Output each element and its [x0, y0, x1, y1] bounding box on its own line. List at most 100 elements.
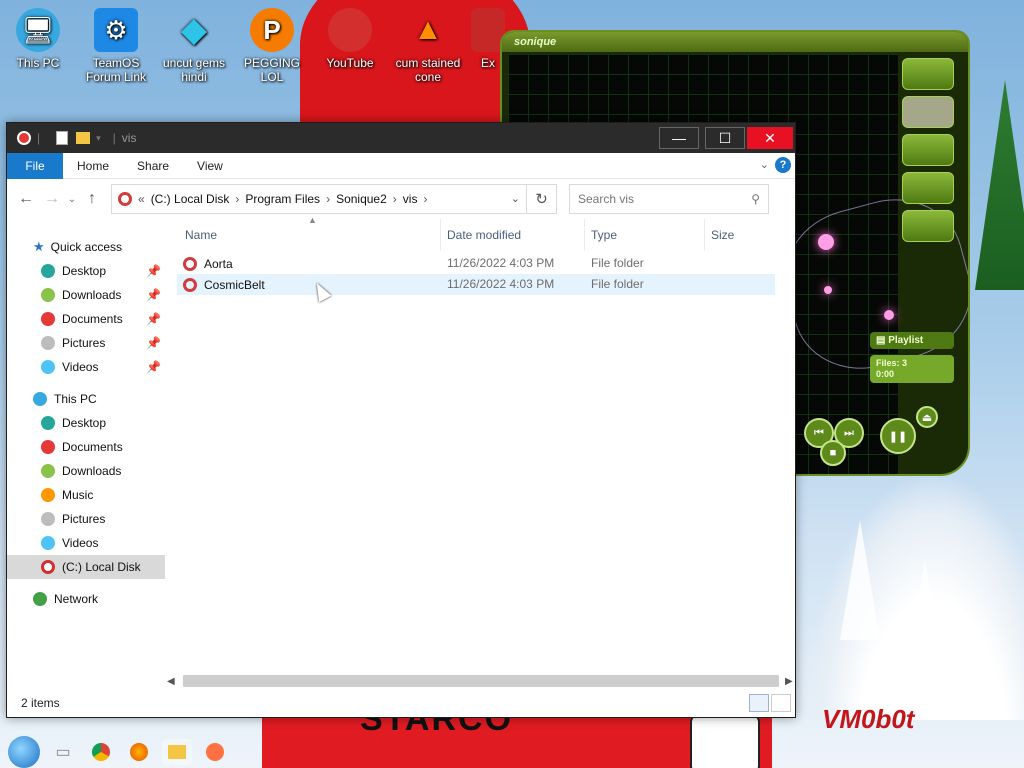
nav-quick-access[interactable]: ★ Quick access — [7, 235, 165, 259]
nav-label: (C:) Local Disk — [62, 560, 141, 574]
location-icon — [118, 192, 132, 206]
up-arrow-icon[interactable]: ↑ — [79, 190, 105, 208]
diamond-icon: ◆ — [180, 11, 208, 49]
nav-label: Documents — [62, 440, 123, 454]
scrollbar-thumb[interactable] — [183, 675, 779, 687]
nav-quick-pictures[interactable]: Pictures 📌 — [7, 331, 165, 355]
tab-home[interactable]: Home — [63, 153, 123, 179]
desktop-icon-youtube[interactable]: YouTube — [312, 2, 388, 70]
nav-quick-downloads[interactable]: Downloads 📌 — [7, 283, 165, 307]
desktop-icon-label: YouTube — [326, 56, 374, 70]
breadcrumb-separator-icon[interactable]: › — [235, 192, 239, 206]
nav-label: Pictures — [62, 512, 106, 526]
address-dropdown-icon[interactable]: ⌄ — [511, 192, 520, 205]
desktop-icon-uncut-gems[interactable]: ◆ uncut gems hindi — [156, 2, 232, 84]
nav-quick-videos[interactable]: Videos 📌 — [7, 355, 165, 379]
forward-arrow-icon[interactable]: → — [39, 190, 65, 208]
files-count: Files: 3 — [876, 358, 908, 368]
nav-pc-desktop[interactable]: Desktop — [7, 411, 165, 435]
tab-file[interactable]: File — [7, 152, 63, 179]
nav-label: Quick access — [50, 240, 123, 254]
help-icon[interactable]: ? — [775, 157, 791, 173]
desktop-icon-pegging[interactable]: P PEGGING LOL — [234, 2, 310, 84]
stop-icon[interactable]: ■ — [820, 440, 846, 466]
nav-pc-videos[interactable]: Videos — [7, 531, 165, 555]
scroll-right-icon[interactable]: ▶ — [785, 676, 795, 687]
computer-icon — [33, 392, 47, 406]
horizontal-scrollbar[interactable]: ◀ ▶ — [167, 673, 795, 689]
item-count: 2 items — [21, 696, 60, 710]
breadcrumb-vis[interactable]: vis — [403, 192, 418, 206]
large-icons-view-icon[interactable] — [771, 694, 791, 712]
pin-icon: 📌 — [146, 360, 161, 374]
overflow-chevron-icon[interactable]: « — [138, 192, 145, 206]
nav-network[interactable]: Network — [7, 587, 165, 611]
desktop-icon-cone[interactable]: ▲ cum stained cone — [390, 2, 466, 85]
breadcrumb-sonique2[interactable]: Sonique2 — [336, 192, 387, 206]
new-folder-icon[interactable] — [76, 132, 91, 144]
breadcrumb-separator-icon[interactable]: › — [393, 192, 397, 206]
column-header-date[interactable]: Date modified — [441, 219, 585, 251]
network-icon — [33, 592, 47, 606]
firefox-icon[interactable] — [124, 739, 154, 765]
chrome-icon[interactable] — [86, 739, 116, 765]
search-input[interactable] — [578, 192, 738, 206]
breadcrumb-separator-icon[interactable]: › — [423, 192, 427, 206]
ribbon-tabs: File Home Share View ⌄ ? — [7, 152, 795, 179]
sonique-mode-button[interactable] — [902, 96, 954, 128]
table-row[interactable]: Aorta 11/26/2022 4:03 PM File folder — [177, 253, 775, 274]
expand-ribbon-icon[interactable]: ⌄ — [760, 158, 769, 171]
nav-pc-documents[interactable]: Documents — [7, 435, 165, 459]
sonique-mode-button[interactable] — [902, 210, 954, 242]
visualization-particle — [818, 234, 834, 250]
file-explorer-taskbar-icon[interactable] — [162, 739, 192, 765]
task-view-icon[interactable]: ▭ — [48, 739, 78, 765]
desktop-icon-teamos[interactable]: ⚙ TeamOS Forum Link — [78, 2, 154, 84]
sonique-mode-button[interactable] — [902, 58, 954, 90]
search-box[interactable]: ⚲ — [569, 184, 769, 214]
tab-view[interactable]: View — [183, 153, 237, 179]
column-header-name[interactable]: Name — [179, 219, 441, 251]
nav-label: Pictures — [62, 336, 106, 350]
nav-pc-music[interactable]: Music — [7, 483, 165, 507]
app-taskbar-icon[interactable] — [200, 739, 230, 765]
desktop-icon-this-pc[interactable]: 🖥 This PC — [0, 2, 76, 70]
file-explorer-window[interactable]: | ▾ | vis — ☐ ✕ File Home Share View ⌄ ?… — [6, 122, 796, 718]
details-view-icon[interactable] — [749, 694, 769, 712]
start-button[interactable] — [8, 736, 40, 768]
nav-this-pc[interactable]: This PC — [7, 387, 165, 411]
tab-share[interactable]: Share — [123, 153, 183, 179]
minimize-button[interactable]: — — [659, 127, 699, 149]
nav-pc-pictures[interactable]: Pictures — [7, 507, 165, 531]
quick-access-dropdown-icon[interactable]: ▾ — [96, 133, 101, 144]
nav-quick-documents[interactable]: Documents 📌 — [7, 307, 165, 331]
address-bar[interactable]: « (C:) Local Disk › Program Files › Soni… — [111, 184, 557, 214]
recent-locations-icon[interactable]: ⌄ — [65, 194, 79, 205]
maximize-button[interactable]: ☐ — [705, 127, 745, 149]
nav-quick-desktop[interactable]: Desktop 📌 — [7, 259, 165, 283]
eject-icon[interactable]: ⏏ — [916, 406, 938, 428]
properties-icon[interactable] — [56, 131, 69, 145]
column-header-type[interactable]: Type — [585, 219, 705, 251]
sonique-mode-button[interactable] — [902, 134, 954, 166]
title-bar[interactable]: | ▾ | vis — ☐ ✕ — [7, 123, 795, 153]
column-header-size[interactable]: Size — [705, 219, 785, 251]
nav-label: Downloads — [62, 464, 122, 478]
refresh-icon[interactable]: ↻ — [526, 185, 556, 213]
nav-pc-local-disk[interactable]: (C:) Local Disk — [7, 555, 165, 579]
table-row[interactable]: CosmicBelt 11/26/2022 4:03 PM File folde… — [177, 274, 775, 295]
nav-label: Videos — [62, 360, 99, 374]
breadcrumb-local-disk[interactable]: (C:) Local Disk — [151, 192, 230, 206]
nav-label: Documents — [62, 312, 123, 326]
back-arrow-icon[interactable]: ← — [13, 190, 39, 208]
nav-pc-downloads[interactable]: Downloads — [7, 459, 165, 483]
playlist-button[interactable]: ▤ Playlist — [870, 332, 954, 349]
sonique-mode-button[interactable] — [902, 172, 954, 204]
column-label: Date modified — [447, 228, 522, 242]
scroll-left-icon[interactable]: ◀ — [167, 676, 177, 687]
close-button[interactable]: ✕ — [747, 127, 793, 149]
pause-icon[interactable]: ❚❚ — [880, 418, 916, 454]
breadcrumb-program-files[interactable]: Program Files — [245, 192, 320, 206]
file-list[interactable]: ▲ Name Date modified Type Size Aorta 11/… — [165, 215, 795, 689]
breadcrumb-separator-icon[interactable]: › — [326, 192, 330, 206]
